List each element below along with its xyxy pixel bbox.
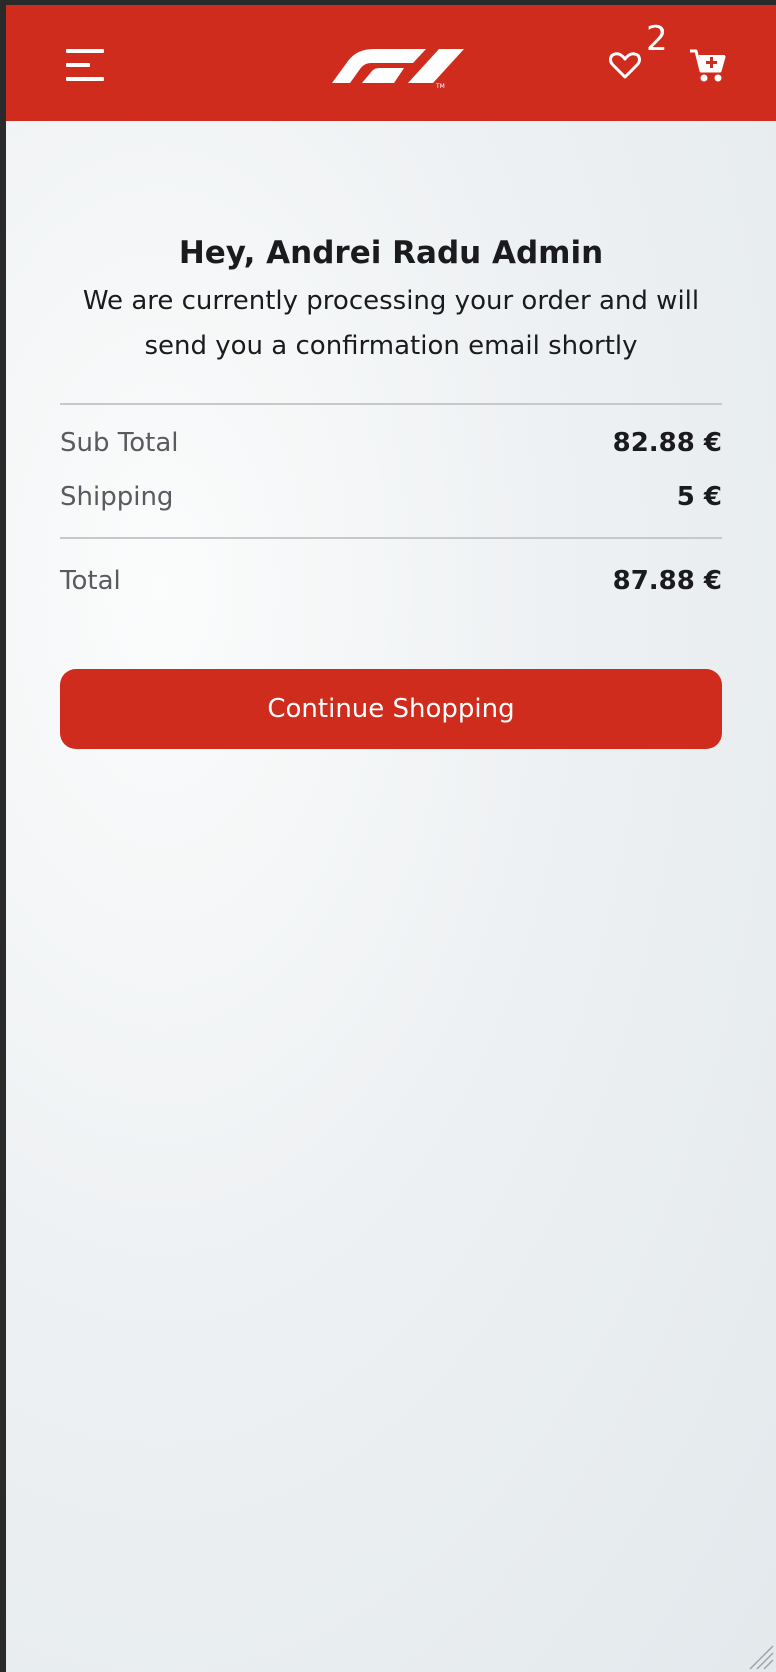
subtotal-row: Sub Total 82.88 € [60,417,722,469]
greeting-heading: Hey, Andrei Radu Admin [178,235,604,271]
f1-logo[interactable]: TM [318,43,464,89]
cart-plus-icon[interactable] [688,45,728,85]
svg-text:TM: TM [435,83,445,89]
menu-line-icon [66,77,104,81]
menu-button[interactable] [66,47,104,83]
menu-line-icon [66,49,104,53]
order-confirmation: Hey, Andrei Radu Admin We are currently … [60,231,722,749]
top-header: TM 2 [6,5,776,121]
summary-divider [60,403,722,405]
total-label: Total [60,566,121,596]
wishlist-count-badge: 2 [646,19,668,59]
total-value: 87.88 € [612,566,722,596]
app-frame: TM 2 Hey, Andrei Radu Admin We are curre… [6,5,776,1672]
total-divider [60,537,722,539]
heart-icon[interactable] [608,49,642,83]
subtotal-label: Sub Total [60,428,179,458]
shipping-value: 5 € [676,482,722,512]
total-row: Total 87.88 € [60,555,722,607]
continue-shopping-button[interactable]: Continue Shopping [60,669,722,749]
menu-line-icon [66,63,90,67]
subtotal-value: 82.88 € [612,428,722,458]
shipping-row: Shipping 5 € [60,471,722,523]
shipping-label: Shipping [60,482,174,512]
processing-message: We are currently processing your order a… [82,286,700,361]
resize-grip-icon[interactable] [744,1640,774,1670]
